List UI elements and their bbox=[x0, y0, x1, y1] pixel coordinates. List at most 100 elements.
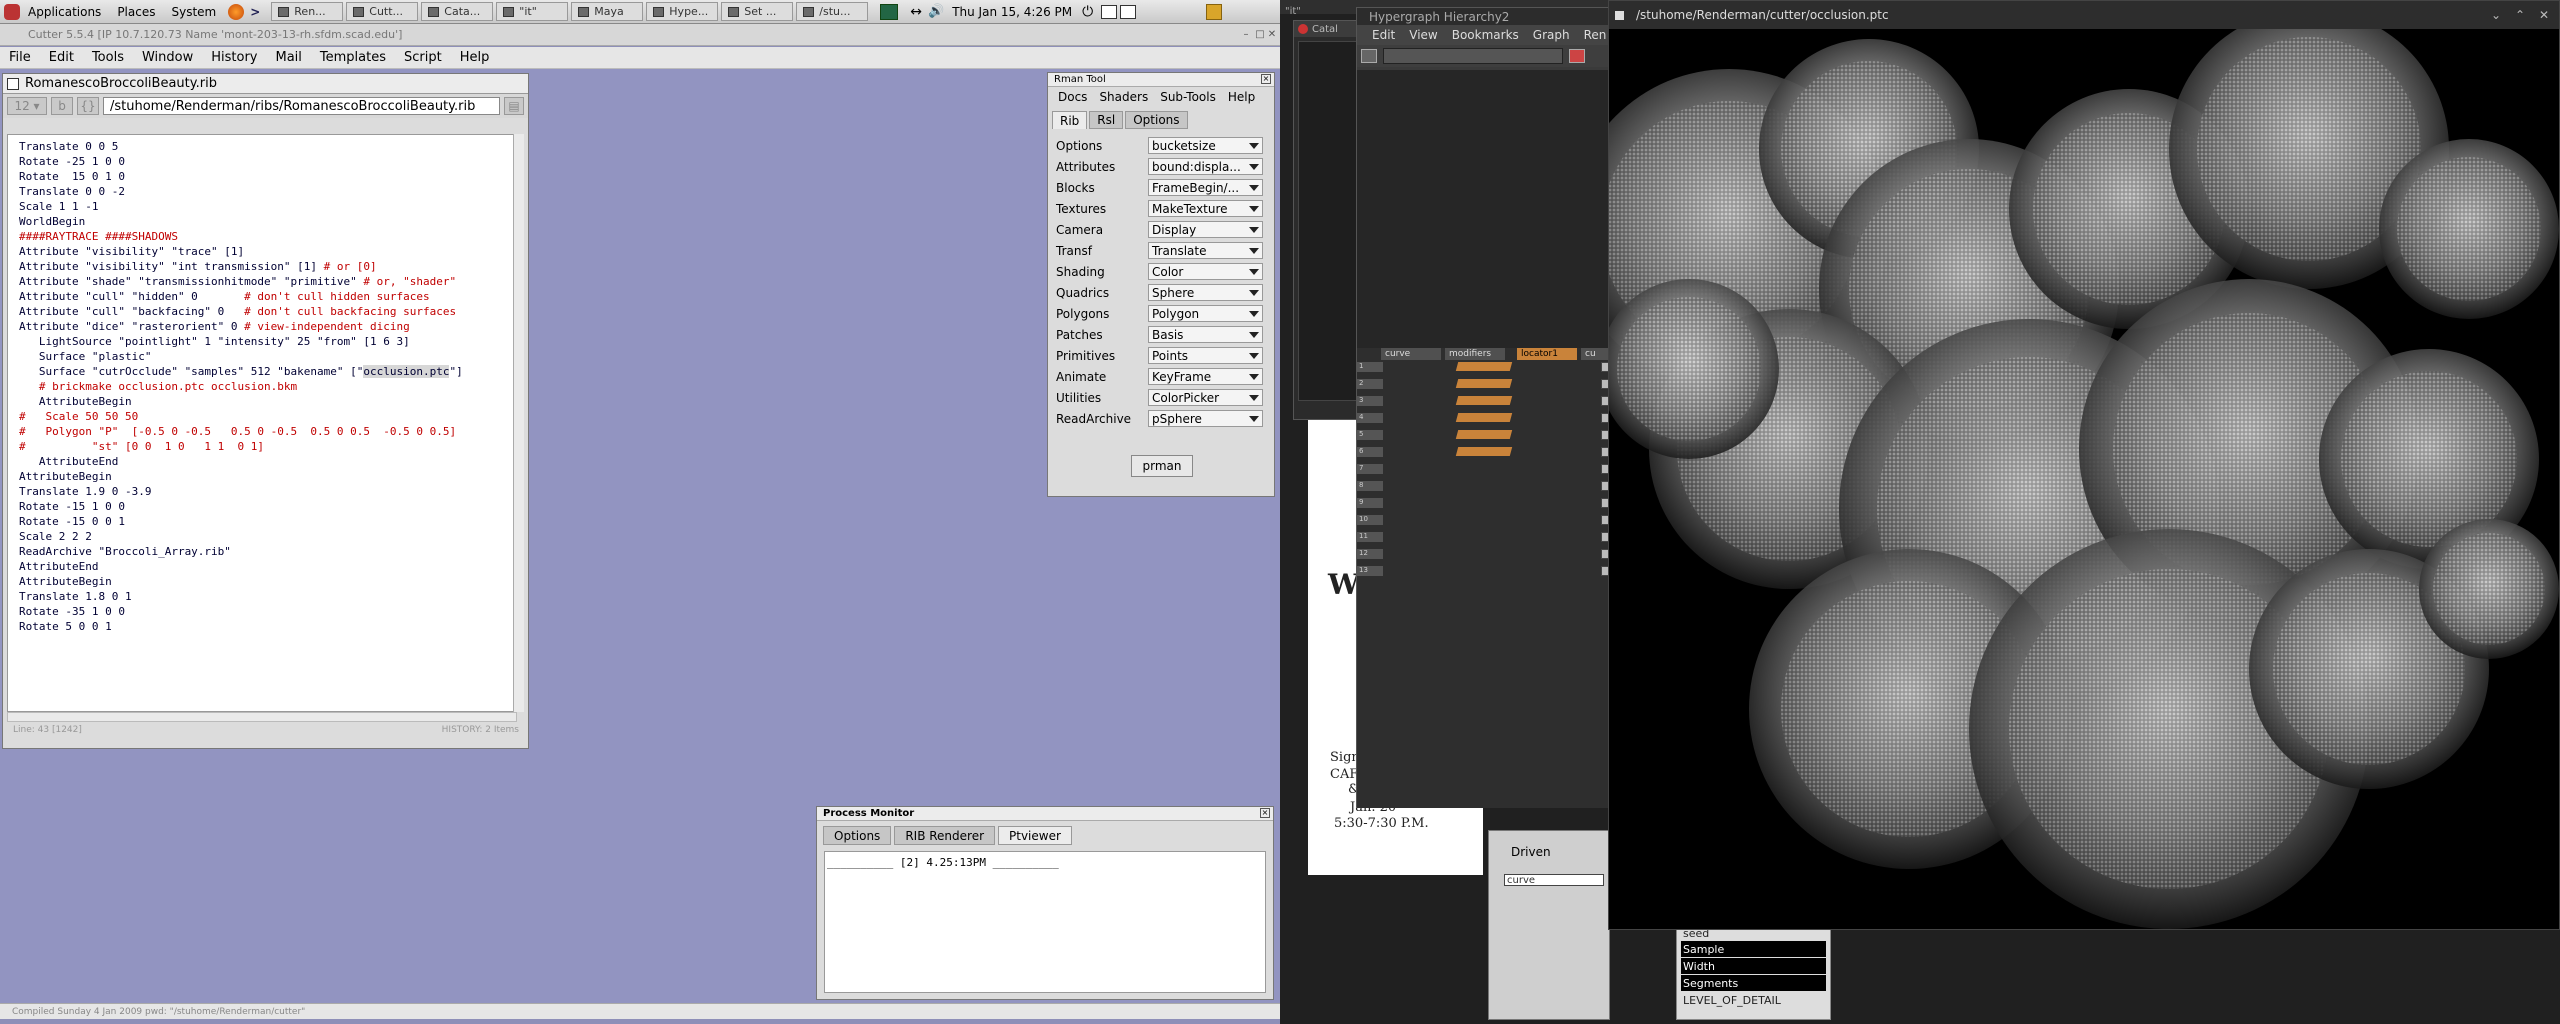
rman-option-select[interactable]: Translate bbox=[1148, 242, 1263, 259]
menu-file[interactable]: File bbox=[0, 50, 40, 65]
hypergraph-canvas[interactable] bbox=[1357, 70, 1613, 350]
menu-script[interactable]: Script bbox=[395, 50, 451, 65]
attribute-list[interactable]: seed Sample Width Segments LEVEL_OF_DETAIL bbox=[1676, 924, 1831, 1020]
rman-option-select[interactable]: Polygon bbox=[1148, 305, 1263, 322]
attribute-list-item[interactable]: LEVEL_OF_DETAIL bbox=[1677, 992, 1830, 1008]
rman-menu-docs[interactable]: Docs bbox=[1052, 90, 1093, 104]
node-modifiers[interactable]: modifiers bbox=[1445, 348, 1505, 360]
task-cutter[interactable]: Cutt... bbox=[346, 2, 419, 21]
network-icon[interactable]: ↔ bbox=[910, 4, 922, 20]
close-icon[interactable]: ✕ bbox=[2539, 8, 2549, 22]
close-icon[interactable]: × bbox=[1260, 808, 1270, 818]
workspace-1-icon[interactable] bbox=[1101, 4, 1118, 19]
rman-option-select[interactable]: Basis bbox=[1148, 326, 1263, 343]
tab-options[interactable]: Options bbox=[1125, 111, 1188, 129]
system-monitor-icon[interactable] bbox=[880, 3, 899, 20]
node-connection[interactable] bbox=[1455, 413, 1513, 422]
close-icon[interactable]: × bbox=[1261, 74, 1271, 84]
procmon-titlebar[interactable]: Process Monitor × bbox=[817, 807, 1273, 821]
places-menu[interactable]: Places bbox=[109, 5, 163, 19]
close-icon[interactable]: ✕ bbox=[1265, 27, 1279, 41]
workspace-2-icon[interactable] bbox=[1120, 4, 1137, 19]
volume-icon[interactable]: 🔊 bbox=[928, 4, 944, 19]
file-path-field[interactable]: /stuhome/Renderman/ribs/RomanescoBroccol… bbox=[103, 97, 500, 115]
hypergraph-node-editor[interactable]: curve modifiers locator1 cu 1 2 3 4 5 6 7 8 9 10 1… bbox=[1357, 348, 1613, 808]
task-hypergraph[interactable]: Hype... bbox=[646, 2, 719, 21]
point-cloud-render[interactable] bbox=[1609, 29, 2559, 929]
task-catalog[interactable]: Cata... bbox=[421, 2, 494, 21]
task-renderman[interactable]: Ren... bbox=[271, 2, 344, 21]
catalog-titlebar[interactable]: Catal bbox=[1294, 21, 1362, 37]
menu-window[interactable]: Window bbox=[133, 50, 202, 65]
rman-option-select[interactable]: KeyFrame bbox=[1148, 368, 1263, 385]
tab-rib[interactable]: Rib bbox=[1052, 111, 1088, 129]
rman-menu-help[interactable]: Help bbox=[1222, 90, 1261, 104]
hg-menu-view[interactable]: View bbox=[1402, 28, 1444, 42]
tab-rib-renderer[interactable]: RIB Renderer bbox=[894, 826, 996, 845]
bold-button[interactable]: b bbox=[51, 97, 73, 115]
hypergraph-search[interactable] bbox=[1383, 48, 1563, 64]
it-window-title[interactable]: "it" bbox=[1285, 6, 1365, 18]
tab-rsl[interactable]: Rsl bbox=[1089, 111, 1124, 129]
rman-option-select[interactable]: Points bbox=[1148, 347, 1263, 364]
rman-option-select[interactable]: bucketsize bbox=[1148, 137, 1263, 154]
task-set[interactable]: Set ... bbox=[721, 2, 794, 21]
node-locator1[interactable]: locator1 bbox=[1517, 348, 1577, 360]
task-maya[interactable]: Maya bbox=[571, 2, 644, 21]
node-connection[interactable] bbox=[1455, 362, 1513, 371]
rman-option-select[interactable]: ColorPicker bbox=[1148, 389, 1263, 406]
applications-menu[interactable]: Applications bbox=[20, 5, 109, 19]
driven-input[interactable]: curve bbox=[1504, 874, 1604, 886]
node-connection[interactable] bbox=[1455, 430, 1513, 439]
node-connection[interactable] bbox=[1455, 396, 1513, 405]
menu-templates[interactable]: Templates bbox=[311, 50, 395, 65]
trash-icon[interactable] bbox=[1206, 3, 1223, 20]
braces-button[interactable]: {} bbox=[77, 97, 99, 115]
rman-option-select[interactable]: Sphere bbox=[1148, 284, 1263, 301]
tab-ptviewer[interactable]: Ptviewer bbox=[998, 826, 1072, 845]
gnome-foot-icon[interactable] bbox=[4, 3, 20, 20]
task-stuhome[interactable]: /stu... bbox=[796, 2, 869, 21]
menu-mail[interactable]: Mail bbox=[267, 50, 311, 65]
node-connection[interactable] bbox=[1455, 447, 1513, 456]
tab-options[interactable]: Options bbox=[823, 826, 892, 845]
attribute-list-item[interactable]: Sample bbox=[1681, 941, 1826, 957]
rman-option-select[interactable]: FrameBegin/... bbox=[1148, 179, 1263, 196]
clock[interactable]: Thu Jan 15, 4:26 PM bbox=[952, 5, 1072, 19]
hypergraph-titlebar[interactable]: Hypergraph Hierarchy2 bbox=[1357, 8, 1611, 25]
rman-option-select[interactable]: MakeTexture bbox=[1148, 200, 1263, 217]
open-file-icon[interactable]: ▤ bbox=[504, 97, 524, 115]
code-editor[interactable]: Translate 0 0 5 Rotate -25 1 0 0 Rotate 15… bbox=[7, 134, 517, 712]
node-curve[interactable]: curve bbox=[1381, 348, 1441, 360]
editor-horizontal-scrollbar[interactable] bbox=[7, 712, 517, 722]
hg-menu-bookmarks[interactable]: Bookmarks bbox=[1445, 28, 1526, 42]
editor-titlebar[interactable]: RomanescoBroccoliBeauty.rib bbox=[3, 74, 528, 94]
catalog-list[interactable] bbox=[1298, 41, 1358, 401]
terminal-icon[interactable]: > bbox=[250, 5, 260, 19]
maximize-icon[interactable]: ⌃ bbox=[2515, 8, 2525, 22]
window-menu-icon[interactable] bbox=[1615, 10, 1624, 20]
menu-help[interactable]: Help bbox=[451, 50, 499, 65]
rman-option-select[interactable]: Display bbox=[1148, 221, 1263, 238]
rman-option-select[interactable]: bound:displa... bbox=[1148, 158, 1263, 175]
font-size-select[interactable]: 12 ▾ bbox=[7, 97, 47, 115]
frame-icon[interactable] bbox=[1569, 49, 1585, 63]
menu-history[interactable]: History bbox=[202, 50, 266, 65]
system-menu[interactable]: System bbox=[163, 5, 224, 19]
prman-button[interactable]: prman bbox=[1131, 455, 1193, 477]
power-icon[interactable]: ⏻ bbox=[1082, 4, 1093, 20]
hg-menu-graph[interactable]: Graph bbox=[1526, 28, 1577, 42]
firefox-icon[interactable] bbox=[228, 3, 245, 20]
process-log[interactable]: __________ [2] 4.25:13PM __________ bbox=[824, 851, 1266, 993]
node-connection[interactable] bbox=[1455, 379, 1513, 388]
attribute-list-item[interactable]: Width bbox=[1681, 958, 1826, 974]
rman-titlebar[interactable]: Rman Tool × bbox=[1048, 73, 1274, 87]
hg-menu-edit[interactable]: Edit bbox=[1365, 28, 1402, 42]
menu-tools[interactable]: Tools bbox=[83, 50, 133, 65]
grid-icon[interactable] bbox=[1361, 49, 1377, 63]
ptc-titlebar[interactable]: /stuhome/Renderman/cutter/occlusion.ptc … bbox=[1609, 1, 2559, 29]
minimize-icon[interactable]: – bbox=[1239, 27, 1253, 41]
editor-vertical-scrollbar[interactable] bbox=[513, 134, 524, 712]
minimize-icon[interactable]: ⌄ bbox=[2491, 8, 2501, 22]
rman-menu-shaders[interactable]: Shaders bbox=[1093, 90, 1154, 104]
